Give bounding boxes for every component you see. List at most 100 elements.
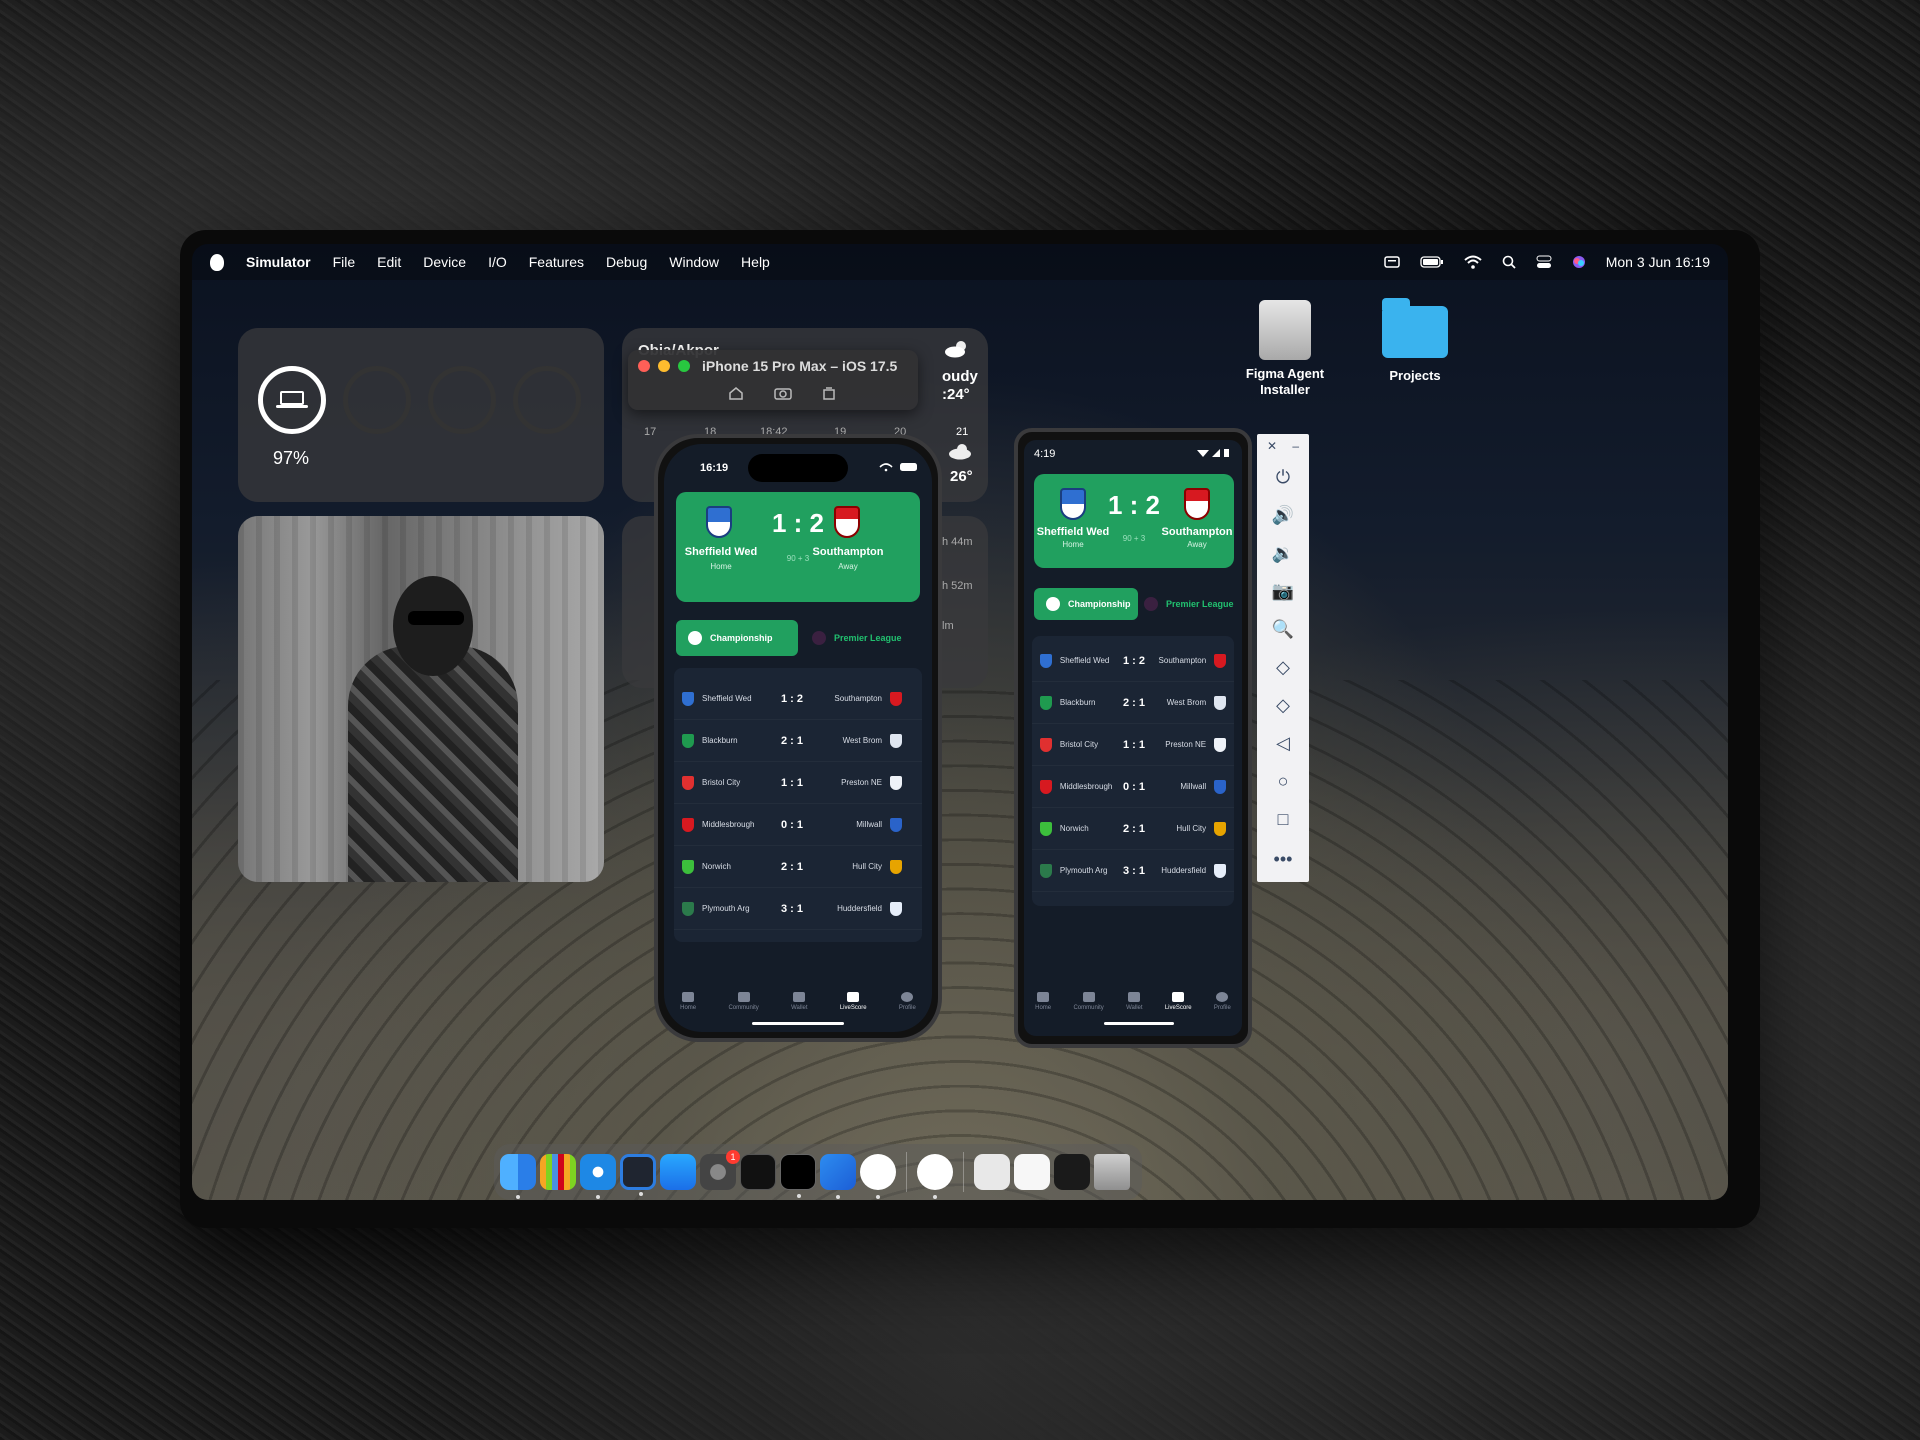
spotlight-search-icon[interactable]	[1502, 255, 1516, 269]
mongodb-compass-icon[interactable]	[917, 1154, 953, 1199]
safari-icon[interactable]	[580, 1154, 616, 1199]
tab-championship[interactable]: Championship	[1034, 588, 1138, 620]
menu-window[interactable]: Window	[669, 254, 719, 270]
menu-debug[interactable]: Debug	[606, 254, 647, 270]
disk-image-icon	[1259, 300, 1311, 360]
nav-profile[interactable]: Profile	[899, 992, 916, 1011]
rotate-right-icon[interactable]: ◇	[1257, 690, 1309, 720]
zed-editor-icon[interactable]	[740, 1154, 776, 1190]
power-icon[interactable]: ⏻	[1257, 462, 1309, 492]
fixture-row[interactable]: Middlesbrough 0 : 1 Millwall	[1032, 766, 1234, 808]
launchpad-icon[interactable]	[540, 1154, 576, 1190]
tab-championship[interactable]: Championship	[676, 620, 798, 656]
running-indicator	[797, 1194, 801, 1198]
nav-home[interactable]: Home	[1035, 992, 1051, 1011]
nav-wallet[interactable]: Wallet	[791, 992, 808, 1011]
rotate-left-icon[interactable]: ◇	[1257, 652, 1309, 682]
minimize-window-button[interactable]	[658, 360, 670, 372]
close-icon[interactable]: ✕	[1267, 439, 1277, 453]
iphone-screen[interactable]: 16:19 Sheffield Wed Home 1 : 2 90 + 3 So…	[664, 444, 932, 1032]
menu-features[interactable]: Features	[529, 254, 584, 270]
minimized-window-thumbnail[interactable]	[974, 1154, 1010, 1190]
fixture-row[interactable]: Plymouth Arg 3 : 1 Huddersfield	[674, 888, 922, 930]
close-window-button[interactable]	[638, 360, 650, 372]
control-center-icon[interactable]	[1536, 255, 1552, 269]
siri-icon[interactable]	[1572, 255, 1586, 269]
menu-file[interactable]: File	[333, 254, 356, 270]
more-icon[interactable]: •••	[1257, 844, 1309, 874]
home-circle-icon[interactable]: ○	[1257, 766, 1309, 796]
apple-icon[interactable]	[210, 253, 224, 271]
tab-premier-league[interactable]: Premier League	[800, 620, 920, 656]
fixture-home: Plymouth Arg	[702, 904, 750, 913]
android-emulator[interactable]: 4:19 Sheffield Wed Home 1 : 2 90 + 3 Sou…	[1014, 428, 1252, 1048]
system-settings-icon[interactable]: 1	[700, 1150, 740, 1190]
fixture-row[interactable]: Norwich 2 : 1 Hull City	[1032, 808, 1234, 850]
team-badge	[682, 817, 694, 832]
tab-premier-league[interactable]: Premier League	[1138, 588, 1242, 620]
menu-extra-icon[interactable]	[1383, 256, 1400, 268]
fixture-row[interactable]: Blackburn 2 : 1 West Brom	[674, 720, 922, 762]
menu-app-name[interactable]: Simulator	[246, 254, 311, 270]
projects-folder-icon[interactable]: Projects	[1360, 298, 1470, 384]
wifi-icon[interactable]	[1464, 255, 1482, 269]
volume-down-icon[interactable]: 🔉	[1257, 538, 1309, 568]
team-badge	[1214, 821, 1226, 836]
simulator-app-icon[interactable]	[860, 1154, 896, 1199]
nav-community[interactable]: Community	[728, 992, 759, 1011]
team-badge	[1040, 695, 1052, 710]
fixture-row[interactable]: Sheffield Wed 1 : 2 Southampton	[1032, 640, 1234, 682]
app-store-icon[interactable]	[660, 1154, 696, 1190]
nav-home[interactable]: Home	[680, 992, 696, 1011]
overview-icon[interactable]: □	[1257, 804, 1309, 834]
fixture-row[interactable]: Norwich 2 : 1 Hull City	[674, 846, 922, 888]
fixture-home: Norwich	[702, 862, 731, 871]
zoom-window-button[interactable]	[678, 360, 690, 372]
team-badge	[1040, 653, 1052, 668]
screenshot-icon[interactable]	[774, 386, 792, 400]
terminal-icon[interactable]	[780, 1154, 816, 1198]
menu-device[interactable]: Device	[423, 254, 466, 270]
fixture-row[interactable]: Plymouth Arg 3 : 1 Huddersfield	[1032, 850, 1234, 892]
status-icons	[879, 463, 917, 472]
battery-icon[interactable]	[1420, 256, 1444, 268]
menu-help[interactable]: Help	[741, 254, 770, 270]
photo-widget[interactable]	[238, 516, 604, 882]
volume-up-icon[interactable]: 🔊	[1257, 500, 1309, 530]
nav-livescore[interactable]: LiveScore	[1165, 992, 1192, 1011]
menu-edit[interactable]: Edit	[377, 254, 401, 270]
back-icon[interactable]: ◁	[1257, 728, 1309, 758]
featured-match-card[interactable]: Sheffield Wed Home 1 : 2 90 + 3 Southamp…	[676, 492, 920, 602]
figma-agent-installer-icon[interactable]: Figma Agent Installer	[1230, 300, 1340, 397]
cloudy-icon	[949, 444, 971, 460]
menu-clock[interactable]: Mon 3 Jun 16:19	[1606, 254, 1710, 270]
android-screen[interactable]: 4:19 Sheffield Wed Home 1 : 2 90 + 3 Sou…	[1024, 440, 1242, 1036]
iphone-simulator[interactable]: 16:19 Sheffield Wed Home 1 : 2 90 + 3 So…	[654, 434, 942, 1042]
nav-community[interactable]: Community	[1073, 992, 1104, 1011]
fixture-row[interactable]: Bristol City 1 : 1 Preston NE	[674, 762, 922, 804]
minimized-window-thumbnail[interactable]	[1014, 1154, 1050, 1190]
fixture-row[interactable]: Blackburn 2 : 1 West Brom	[1032, 682, 1234, 724]
fixture-row[interactable]: Middlesbrough 0 : 1 Millwall	[674, 804, 922, 846]
finder-icon[interactable]	[500, 1154, 536, 1199]
home-indicator[interactable]	[752, 1022, 844, 1025]
team-badge	[890, 775, 902, 790]
nav-livescore[interactable]: LiveScore	[840, 992, 867, 1011]
minimized-window-thumbnail[interactable]	[1054, 1154, 1090, 1190]
fixture-row[interactable]: Bristol City 1 : 1 Preston NE	[1032, 724, 1234, 766]
nav-wallet[interactable]: Wallet	[1126, 992, 1143, 1011]
home-button-icon[interactable]	[728, 386, 744, 400]
camera-icon[interactable]: 📷	[1257, 576, 1309, 606]
rotate-icon[interactable]	[822, 386, 836, 400]
xcode-icon[interactable]	[820, 1154, 856, 1199]
vscode-icon[interactable]	[620, 1154, 656, 1196]
gesture-bar[interactable]	[1104, 1022, 1174, 1025]
featured-match-card[interactable]: Sheffield Wed Home 1 : 2 90 + 3 Southamp…	[1034, 474, 1234, 568]
nav-profile[interactable]: Profile	[1214, 992, 1231, 1011]
trash-icon[interactable]	[1094, 1154, 1130, 1190]
minimize-icon[interactable]: –	[1292, 439, 1299, 453]
away-team-label: Away	[838, 562, 858, 571]
fixture-row[interactable]: Sheffield Wed 1 : 2 Southampton	[674, 678, 922, 720]
zoom-icon[interactable]: 🔍	[1257, 614, 1309, 644]
menu-io[interactable]: I/O	[488, 254, 507, 270]
